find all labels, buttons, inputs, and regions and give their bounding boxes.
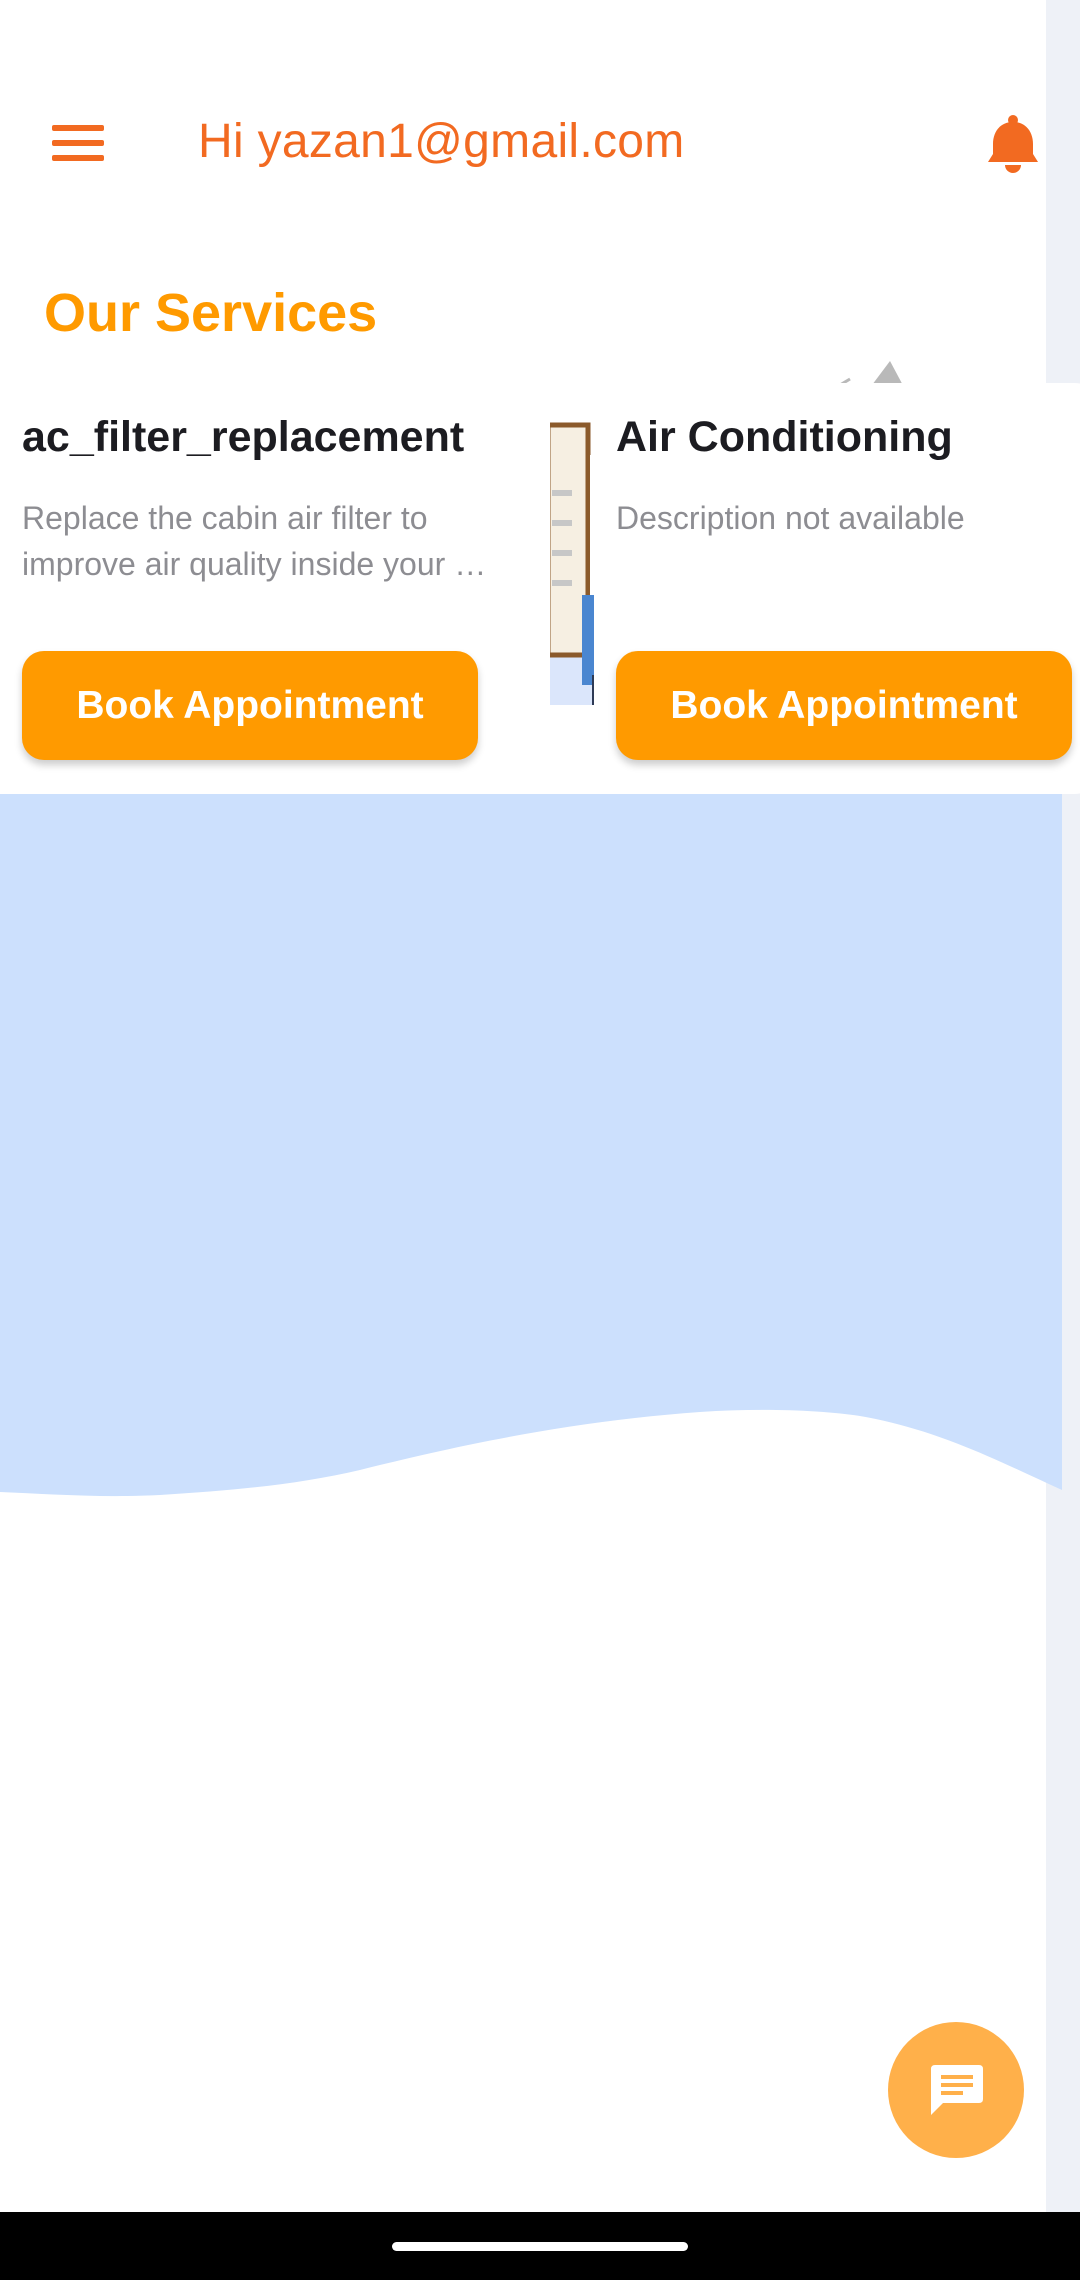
menu-line	[52, 155, 104, 161]
menu-line	[52, 125, 104, 131]
wave-background	[0, 794, 1062, 1497]
service-card[interactable]: ac_filter_replacement Replace the cabin …	[0, 383, 550, 794]
description-line: Replace the cabin air filter to	[22, 500, 428, 536]
chat-button[interactable]	[888, 2022, 1024, 2158]
menu-line	[52, 140, 104, 146]
home-indicator[interactable]	[392, 2242, 688, 2251]
service-card[interactable]: Air Conditioning Description not availab…	[594, 383, 1080, 794]
bell-icon[interactable]	[980, 112, 1050, 178]
system-navigation-bar	[0, 2212, 1080, 2280]
service-title: Air Conditioning	[616, 413, 953, 461]
app-screen: Hi yazan1@gmail.com Our Services ac_filt…	[0, 0, 1080, 2280]
greeting-text: Hi yazan1@gmail.com	[198, 115, 685, 168]
chat-icon	[931, 2065, 983, 2115]
book-appointment-button[interactable]: Book Appointment	[22, 651, 478, 760]
description-line: improve air quality inside your …	[22, 546, 487, 582]
book-appointment-button[interactable]: Book Appointment	[616, 651, 1072, 760]
section-title: Our Services	[44, 283, 378, 343]
service-description: Replace the cabin air filter to improve …	[22, 495, 522, 587]
hamburger-menu-icon[interactable]	[40, 112, 112, 174]
app-header: Hi yazan1@gmail.com Our Services	[0, 0, 1046, 343]
service-title: ac_filter_replacement	[22, 413, 465, 461]
service-description: Description not available	[616, 500, 965, 536]
